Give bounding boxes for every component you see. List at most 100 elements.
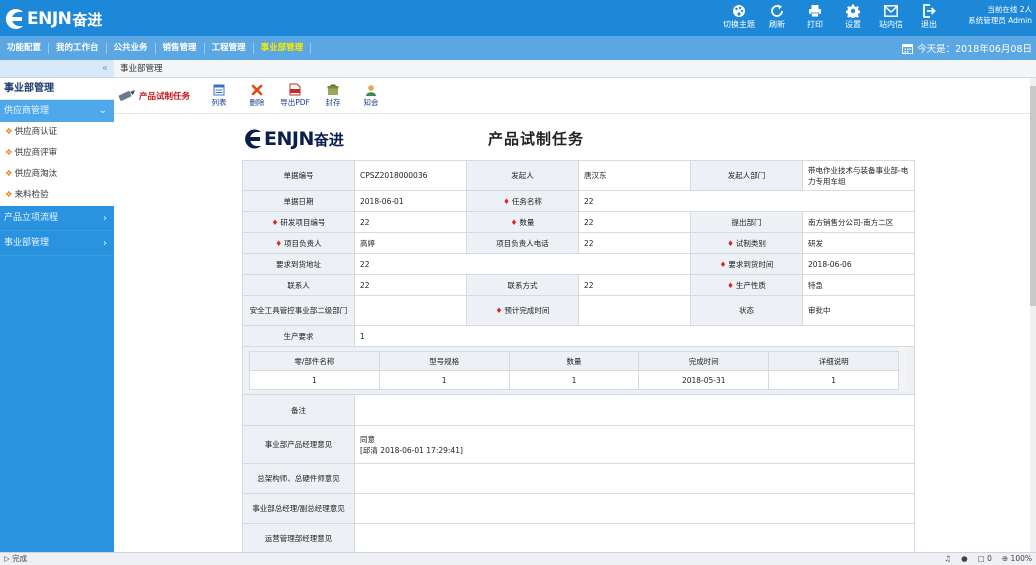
field-label-required: ♦ 任务名称 bbox=[466, 190, 579, 212]
field-label: 备注 bbox=[242, 394, 355, 426]
field-value-gm-opinion bbox=[354, 493, 915, 524]
field-label: 单据编号 bbox=[242, 160, 355, 191]
logout-button[interactable]: 退出 bbox=[910, 2, 948, 34]
archive-button[interactable]: 封存 bbox=[314, 84, 352, 108]
list-button[interactable]: 列表 bbox=[200, 84, 238, 108]
sidebar-item-incoming-inspection[interactable]: ❖ 来料检验 bbox=[0, 185, 114, 206]
sidebar-item-supplier-review[interactable]: ❖ 供应商评审 bbox=[0, 143, 114, 164]
form-row: 要求到货地址 22 ♦ 要求到货时间 2018-06-06 bbox=[242, 253, 915, 275]
gear-icon bbox=[846, 4, 860, 18]
opinion-signature: [邱清 2018-06-01 17:29:41] bbox=[360, 445, 463, 455]
field-label: 生产性质 bbox=[735, 280, 766, 290]
sidebar-group-division[interactable]: 事业部管理 › bbox=[0, 231, 114, 256]
parts-cell: 1 bbox=[378, 370, 510, 390]
sidebar-item-label: 供应商认证 bbox=[14, 127, 58, 137]
menu-my-workbench[interactable]: 我的工作台 bbox=[49, 42, 107, 54]
status-icon: ▷ bbox=[4, 554, 13, 563]
field-label: 项目负责人 bbox=[284, 238, 322, 248]
sidebar-collapse-button[interactable]: « bbox=[0, 60, 114, 78]
field-value-proposing-dept: 南方销售分公司-南方二区 bbox=[802, 211, 915, 233]
page-scrollbar[interactable] bbox=[1030, 78, 1036, 552]
field-label: 发起人 bbox=[466, 160, 579, 191]
form-task-title: 产品试制任务 bbox=[118, 89, 190, 103]
form-row: 联系人 22 联系方式 22 ♦ 生产性质 特急 bbox=[242, 274, 915, 296]
document-logo: ENJN 奋进 bbox=[242, 128, 344, 150]
field-label-required: ♦ 试制类别 bbox=[690, 232, 803, 254]
status-bar: ▷ 完成 ♫ ● ▢ 0 ⊕ 100% bbox=[0, 552, 1036, 565]
field-label-required: ♦ 预计完成时间 bbox=[466, 295, 579, 326]
form-row: 单据日期 2018-06-01 ♦ 任务名称 22 bbox=[242, 190, 915, 212]
globe-icon[interactable]: ● bbox=[961, 553, 968, 565]
zoom-level[interactable]: ⊕ 100% bbox=[1002, 553, 1032, 565]
field-label: 发起人部门 bbox=[690, 160, 803, 191]
list-icon bbox=[213, 84, 225, 95]
doc-logo-text: ENJN bbox=[264, 128, 314, 150]
breadcrumb-label[interactable]: 事业部管理 bbox=[120, 64, 163, 74]
archive-label: 封存 bbox=[325, 97, 341, 107]
theme-label: 切换主题 bbox=[723, 20, 755, 29]
download-count[interactable]: ▢ 0 bbox=[978, 553, 992, 565]
form-row: 生产要求 1 bbox=[242, 325, 915, 347]
sidebar-group-label: 事业部管理 bbox=[4, 238, 50, 248]
inbox-label: 站内信 bbox=[879, 20, 903, 29]
field-value-project-number: 22 bbox=[354, 211, 467, 233]
field-label: 任务名称 bbox=[511, 196, 542, 206]
menu-division-management[interactable]: 事业部管理 bbox=[254, 42, 312, 54]
form-row: 总架构师、总硬件师意见 bbox=[242, 463, 915, 494]
bullet-icon: ❖ bbox=[5, 169, 13, 179]
status-left: ▷ 完成 bbox=[4, 553, 27, 565]
chevron-down-icon: ⌄ bbox=[98, 105, 107, 116]
delete-label: 删除 bbox=[249, 97, 265, 107]
field-label: 联系方式 bbox=[466, 274, 579, 296]
inbox-button[interactable]: 站内信 bbox=[872, 2, 910, 34]
sidebar-group-supplier[interactable]: 供应商管理 ⌄ bbox=[0, 100, 114, 122]
today-label: 今天是：2018年06月08日 bbox=[917, 44, 1032, 55]
field-value-ops-opinion bbox=[354, 523, 915, 552]
field-value-initiator: 唐汉东 bbox=[578, 160, 691, 191]
zoom-value: 100% bbox=[1010, 554, 1032, 563]
notify-label: 知会 bbox=[363, 97, 379, 107]
sidebar-item-supplier-certification[interactable]: ❖ 供应商认证 bbox=[0, 122, 114, 143]
menu-engineering[interactable]: 工程管理 bbox=[205, 42, 254, 54]
status-text: 完成 bbox=[12, 554, 28, 563]
field-value-production-nature: 特急 bbox=[802, 274, 915, 296]
sidebar-title: 事业部管理 bbox=[0, 78, 114, 100]
refresh-button[interactable]: 刷新 bbox=[758, 2, 796, 34]
scrollbar-thumb[interactable] bbox=[1030, 86, 1036, 306]
theme-button[interactable]: 切换主题 bbox=[720, 2, 758, 34]
parts-header: 详细说明 bbox=[768, 351, 899, 371]
sidebar-item-supplier-elimination[interactable]: ❖ 供应商淘汰 bbox=[0, 164, 114, 185]
field-value-lead-phone: 22 bbox=[578, 232, 691, 254]
field-label: 运营管理部经理意见 bbox=[242, 523, 355, 552]
delete-button[interactable]: 删除 bbox=[238, 84, 276, 108]
sidebar-group-product-project[interactable]: 产品立项流程 › bbox=[0, 206, 114, 231]
task-form-table: 单据编号 CPSZ2018000036 发起人 唐汉东 发起人部门 带电作业技术… bbox=[242, 160, 915, 552]
field-label-required: ♦ 数量 bbox=[466, 211, 579, 233]
print-button[interactable]: 打印 bbox=[796, 2, 834, 34]
field-label-required: ♦ 项目负责人 bbox=[242, 232, 355, 254]
logo-cn: 奋进 bbox=[72, 10, 103, 29]
field-value-pm-opinion: 同意 [邱清 2018-06-01 17:29:41] bbox=[354, 425, 915, 464]
settings-button[interactable]: 设置 bbox=[834, 2, 872, 34]
field-label: 预计完成时间 bbox=[504, 306, 550, 315]
form-row: 单据编号 CPSZ2018000036 发起人 唐汉东 发起人部门 带电作业技术… bbox=[242, 160, 915, 191]
current-user: 系统管理员 Admin bbox=[968, 16, 1032, 25]
table-row: 1 1 1 2018-05-31 1 bbox=[249, 370, 899, 390]
menu-public-business[interactable]: 公共业务 bbox=[107, 42, 156, 54]
field-label: 生产要求 bbox=[242, 325, 355, 347]
menu-function-config[interactable]: 功能配置 bbox=[0, 42, 50, 54]
volume-icon[interactable]: ♫ bbox=[944, 553, 951, 565]
logout-icon bbox=[923, 3, 936, 18]
field-value-trial-category: 研发 bbox=[802, 232, 915, 254]
field-value-doc-number: CPSZ2018000036 bbox=[354, 160, 467, 191]
parts-scrollbar[interactable] bbox=[899, 347, 907, 391]
pdf-icon bbox=[289, 83, 301, 96]
export-pdf-button[interactable]: 导出PDF bbox=[276, 83, 314, 108]
field-value-architect-opinion bbox=[354, 463, 915, 494]
field-value-delivery-time: 2018-06-06 bbox=[802, 253, 915, 275]
menu-sales[interactable]: 销售管理 bbox=[156, 42, 205, 54]
field-label: 事业部总经理/副总经理意见 bbox=[242, 493, 355, 524]
form-row: ♦ 研发项目编号 22 ♦ 数量 22 提出部门 南方销售分公司-南方二区 bbox=[242, 211, 915, 233]
notify-button[interactable]: 知会 bbox=[352, 84, 390, 108]
logo-mark-icon bbox=[5, 9, 23, 29]
